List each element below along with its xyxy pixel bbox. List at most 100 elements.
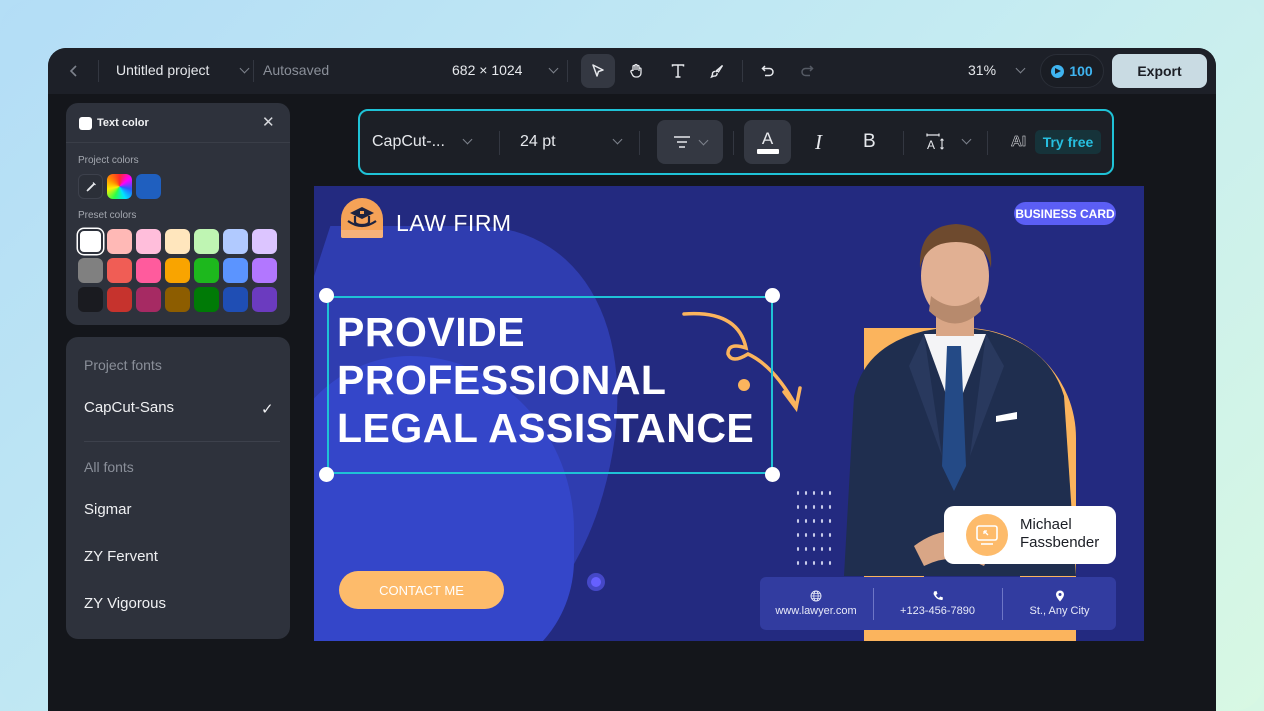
redo-button[interactable] — [790, 54, 824, 88]
resize-handle-top-left[interactable] — [319, 288, 334, 303]
credits-badge[interactable]: 100 — [1040, 54, 1104, 88]
panel-title: Text color — [97, 117, 149, 129]
contact-address: St., Any City — [1003, 577, 1116, 630]
address-text: St., Any City — [1029, 605, 1090, 617]
font-option-sigmar[interactable]: Sigmar — [84, 501, 132, 518]
text-tool-button[interactable] — [661, 54, 695, 88]
contact-me-button[interactable]: CONTACT ME — [339, 571, 504, 609]
chevron-down-icon[interactable] — [548, 63, 559, 74]
monitor-icon-badge — [966, 514, 1008, 556]
resize-handle-bottom-left[interactable] — [319, 467, 334, 482]
divider — [733, 131, 734, 155]
preset-color-swatch[interactable] — [252, 229, 277, 254]
chevron-down-icon[interactable] — [462, 134, 473, 145]
preset-color-swatch[interactable] — [165, 229, 190, 254]
try-free-button[interactable]: Try free — [1035, 130, 1101, 154]
design-canvas[interactable]: LAW FIRM BUSINESS CARD PROVIDE PROFESSION… — [314, 186, 1144, 641]
preset-color-swatch[interactable] — [252, 287, 277, 312]
divider — [742, 60, 743, 82]
preset-color-swatch[interactable] — [107, 258, 132, 283]
screen-background: Untitled project Autosaved 682 × 1024 31… — [0, 0, 1264, 711]
back-button[interactable] — [64, 61, 84, 81]
font-family-select[interactable]: CapCut-... — [372, 133, 445, 151]
chevron-down-icon[interactable] — [1015, 63, 1026, 74]
canvas-size-select[interactable]: 682 × 1024 — [452, 62, 522, 78]
resize-handle-bottom-right[interactable] — [765, 467, 780, 482]
preset-color-swatch[interactable] — [223, 229, 248, 254]
divider — [639, 131, 640, 155]
top-bar: Untitled project Autosaved 682 × 1024 31… — [48, 48, 1216, 94]
preset-color-swatch[interactable] — [136, 229, 161, 254]
eyedropper-button[interactable] — [78, 174, 103, 199]
close-icon[interactable]: ✕ — [262, 115, 275, 130]
preset-color-swatch[interactable] — [78, 258, 103, 283]
preset-color-swatch[interactable] — [252, 258, 277, 283]
preset-color-swatch[interactable] — [165, 287, 190, 312]
text-format-toolbar: CapCut-... 24 pt A I B A AI Try free — [358, 109, 1114, 175]
chevron-down-icon[interactable] — [239, 63, 250, 74]
preset-color-swatch[interactable] — [136, 287, 161, 312]
phone-icon — [933, 591, 943, 601]
cursor-icon — [592, 64, 604, 77]
undo-button[interactable] — [751, 54, 785, 88]
globe-icon — [810, 590, 822, 602]
location-pin-icon — [1055, 590, 1064, 602]
first-name: Michael — [1020, 516, 1072, 533]
redo-icon — [801, 65, 814, 77]
contact-website: www.lawyer.com — [760, 577, 872, 630]
name-card[interactable]: Michael Fassbender — [944, 506, 1116, 564]
font-size-select[interactable]: 24 pt — [520, 133, 556, 151]
draw-tool-button[interactable] — [700, 54, 734, 88]
all-fonts-label: All fonts — [84, 459, 134, 475]
divider — [253, 60, 254, 82]
font-dropdown-panel: Project fonts CapCut-Sans ✓ All fonts Si… — [66, 337, 290, 639]
preset-color-swatch[interactable] — [223, 287, 248, 312]
brush-icon — [710, 65, 724, 79]
export-button[interactable]: Export — [1112, 54, 1207, 88]
preset-color-swatch[interactable] — [165, 258, 190, 283]
divider — [903, 131, 904, 155]
preset-color-swatch[interactable] — [78, 229, 103, 254]
project-colors-label: Project colors — [78, 155, 139, 166]
preset-color-swatch[interactable] — [78, 287, 103, 312]
text-align-button[interactable] — [657, 120, 723, 164]
preset-color-swatch[interactable] — [136, 258, 161, 283]
preset-color-swatch[interactable] — [194, 229, 219, 254]
project-color-swatch[interactable] — [136, 174, 161, 199]
font-option-zy-vigorous[interactable]: ZY Vigorous — [84, 595, 166, 612]
italic-button[interactable]: I — [815, 130, 822, 155]
decorative-dot — [587, 573, 605, 591]
preset-color-swatch[interactable] — [194, 258, 219, 283]
brand-name[interactable]: LAW FIRM — [396, 210, 512, 237]
divider — [84, 441, 280, 442]
preset-color-swatch[interactable] — [223, 258, 248, 283]
preset-color-swatch[interactable] — [107, 229, 132, 254]
person-name: Michael Fassbender — [1020, 516, 1099, 552]
project-title[interactable]: Untitled project — [116, 62, 209, 78]
checkmark-icon: ✓ — [261, 401, 274, 418]
font-option-capcut-sans[interactable]: CapCut-Sans — [84, 399, 174, 416]
preset-color-swatch[interactable] — [107, 287, 132, 312]
resize-handle-top-right[interactable] — [765, 288, 780, 303]
preset-color-swatch[interactable] — [194, 287, 219, 312]
select-tool-button[interactable] — [581, 54, 615, 88]
eyedropper-icon — [86, 181, 96, 191]
zoom-level-select[interactable]: 31% — [968, 62, 996, 78]
selection-box[interactable] — [327, 296, 773, 474]
text-spacing-icon: A — [926, 133, 944, 152]
last-name: Fassbender — [1020, 534, 1100, 551]
undo-icon — [761, 65, 774, 77]
chevron-down-icon[interactable] — [961, 134, 972, 145]
divider — [499, 131, 500, 155]
law-firm-logo[interactable] — [341, 198, 383, 238]
hand-tool-button[interactable] — [619, 54, 653, 88]
font-option-zy-fervent[interactable]: ZY Fervent — [84, 548, 158, 565]
color-picker-gradient-swatch[interactable] — [107, 174, 132, 199]
text-spacing-button[interactable]: A — [926, 132, 946, 157]
current-color-swatch — [79, 117, 92, 130]
ai-icon: AI — [1011, 133, 1027, 151]
text-color-button[interactable]: A — [744, 120, 791, 164]
contact-info-bar[interactable]: www.lawyer.com +123-456-7890 St., Any Ci… — [760, 577, 1116, 630]
bold-button[interactable]: B — [863, 131, 876, 153]
chevron-down-icon[interactable] — [612, 134, 623, 145]
